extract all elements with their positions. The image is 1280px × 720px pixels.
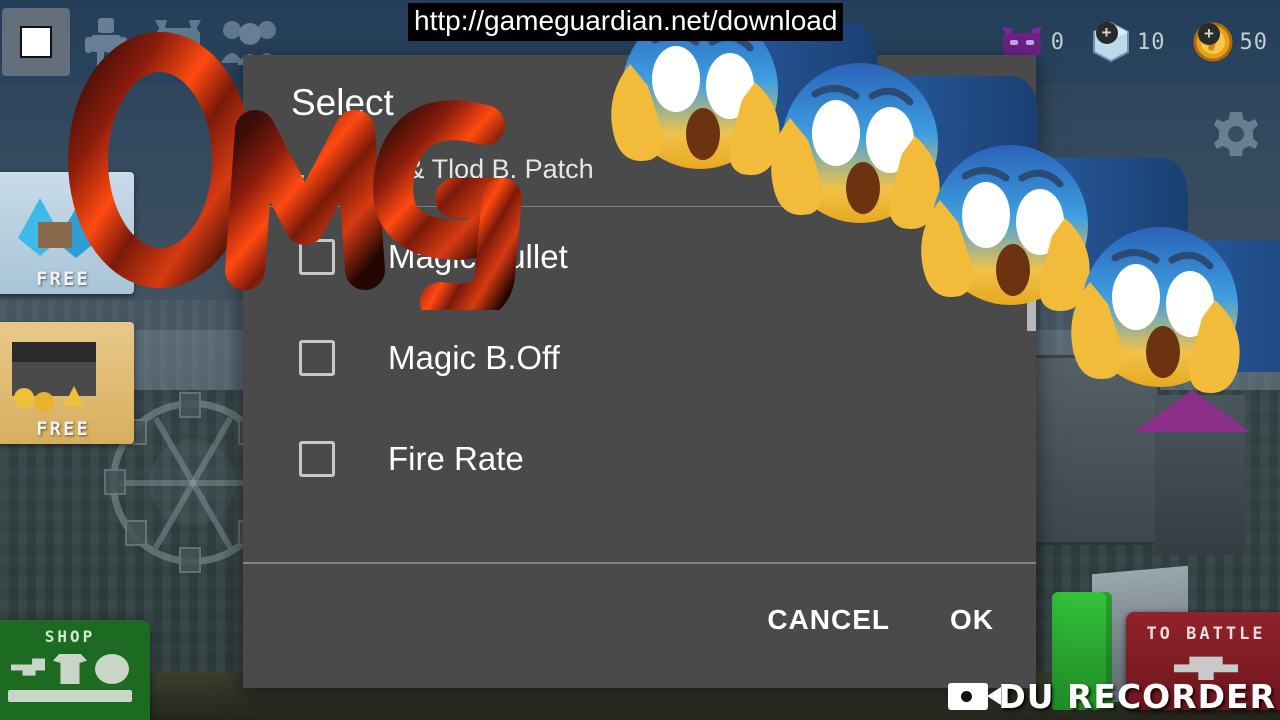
ferris-cabin xyxy=(179,392,201,418)
list-item-label: Magic B.Off xyxy=(388,339,560,377)
shop-icon-row xyxy=(0,646,150,684)
dialog-title: Select xyxy=(291,82,394,123)
select-dialog: Select ...sley od & Tlod B. Patch Magic … xyxy=(243,55,1036,688)
coin-currency-value: 50 xyxy=(1239,29,1268,55)
menu-square-button[interactable] xyxy=(2,8,70,76)
purple-roof xyxy=(1134,390,1250,432)
vertical-scrollbar[interactable] xyxy=(1027,207,1036,562)
gun-icon xyxy=(11,658,45,676)
list-item[interactable]: Fire Rate xyxy=(243,409,1036,510)
gear-icon xyxy=(1214,112,1258,156)
cancel-button[interactable]: CANCEL xyxy=(767,604,890,636)
gem-plus-badge[interactable]: + xyxy=(1095,22,1118,44)
pet-button[interactable] xyxy=(142,6,214,78)
ferris-cabin xyxy=(179,547,201,573)
dialog-action-bar: CANCEL OK xyxy=(243,564,1036,677)
ok-button[interactable]: OK xyxy=(950,604,994,636)
checkbox-fire-rate[interactable] xyxy=(299,441,335,478)
square-icon xyxy=(20,26,52,58)
list-item-label: Fire Rate xyxy=(388,440,524,478)
promo-label: FREE xyxy=(36,268,90,290)
url-banner: http://gameguardian.net/download xyxy=(408,3,844,41)
pet-currency-value: 0 xyxy=(1050,29,1065,55)
gem-currency[interactable]: + 10 xyxy=(1091,20,1166,64)
video-camera-icon xyxy=(948,683,1002,710)
ferris-spoke xyxy=(152,416,233,549)
list-item-label: Magic Bullet xyxy=(388,238,568,276)
du-recorder-label: DU RECORDER xyxy=(998,677,1276,716)
dialog-header: Select ...sley od & Tlod B. Patch xyxy=(243,55,1036,185)
gem-pile-art xyxy=(0,178,128,266)
promo-card-gems[interactable]: FREE xyxy=(0,172,134,294)
shop-title: SHOP xyxy=(44,627,96,646)
promo-card-coins[interactable]: FREE xyxy=(0,322,134,444)
armor-icon xyxy=(53,654,87,684)
currency-group: 0 + 10 + 50 xyxy=(999,0,1268,84)
scrollbar-thumb[interactable] xyxy=(1027,276,1036,331)
pet-currency[interactable]: 0 xyxy=(999,25,1065,59)
screen-root: FREE FREE SHOP TO BATTLE 0 + 10 + 50 Sel… xyxy=(0,0,1280,720)
to-battle-label: TO BATTLE xyxy=(1146,624,1266,644)
gem-currency-value: 10 xyxy=(1137,29,1166,55)
checkbox-magic-b-off[interactable] xyxy=(299,340,335,377)
dialog-option-list: Magic Bullet Magic B.Off Fire Rate xyxy=(243,207,1036,562)
ferris-cabin xyxy=(125,520,147,546)
shop-panel[interactable]: SHOP xyxy=(0,620,150,720)
shop-weapon-bar xyxy=(8,690,132,702)
coin-chest-art xyxy=(0,328,128,416)
person-icon xyxy=(85,18,127,67)
list-item[interactable]: Magic Bullet xyxy=(243,207,1036,308)
coin-currency[interactable]: + 50 xyxy=(1192,21,1269,63)
promo-label: FREE xyxy=(36,418,90,440)
coin-plus-badge[interactable]: + xyxy=(1198,23,1220,45)
ferris-cabin xyxy=(104,469,126,495)
purple-cat-icon xyxy=(1001,27,1042,56)
settings-button[interactable] xyxy=(1210,108,1262,165)
checkbox-magic-bullet[interactable] xyxy=(299,239,335,276)
du-recorder-watermark: DU RECORDER xyxy=(948,677,1276,716)
cat-icon xyxy=(155,20,201,64)
grenade-icon xyxy=(95,654,129,684)
list-item[interactable]: Magic B.Off xyxy=(243,308,1036,409)
dialog-subtitle: ...sley od & Tlod B. Patch xyxy=(291,153,594,184)
character-button[interactable] xyxy=(70,6,142,78)
